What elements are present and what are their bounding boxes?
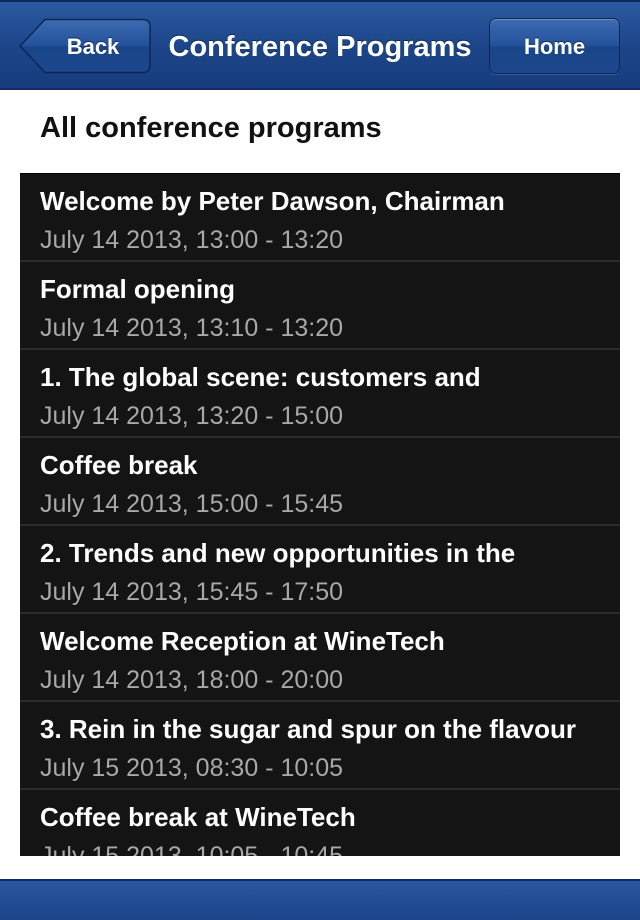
page-title: Conference Programs: [168, 31, 472, 63]
program-time: July 14 2013, 13:20 - 15:00: [40, 402, 344, 430]
program-time: July 14 2013, 15:00 - 15:45: [40, 490, 344, 518]
program-list[interactable]: Welcome by Peter Dawson, Chairman July 1…: [20, 173, 620, 856]
section-heading: All conference programs: [40, 112, 382, 144]
program-time: July 15 2013, 08:30 - 10:05: [40, 754, 344, 782]
program-item[interactable]: 2. Trends and new opportunities in the J…: [20, 526, 620, 614]
program-time: July 14 2013, 18:00 - 20:00: [40, 666, 344, 694]
program-time: July 14 2013, 13:00 - 13:20: [40, 226, 344, 254]
program-title: Coffee break: [40, 450, 198, 480]
program-title: 2. Trends and new opportunities in the: [40, 538, 516, 568]
program-title: 1. The global scene: customers and: [40, 362, 481, 392]
home-button[interactable]: Home: [489, 18, 620, 74]
program-title: Welcome by Peter Dawson, Chairman: [40, 186, 505, 216]
program-time: July 14 2013, 15:45 - 17:50: [40, 578, 344, 606]
program-title: Welcome Reception at WineTech: [40, 626, 445, 656]
program-title: Formal opening: [40, 274, 235, 304]
back-button-label: Back: [66, 34, 120, 59]
program-item[interactable]: 3. Rein in the sugar and spur on the fla…: [20, 702, 620, 790]
program-time: July 14 2013, 13:10 - 13:20: [40, 314, 344, 342]
program-title: Coffee break at WineTech: [40, 802, 356, 832]
program-item[interactable]: Formal opening July 14 2013, 13:10 - 13:…: [20, 262, 620, 350]
program-title: 3. Rein in the sugar and spur on the fla…: [40, 714, 576, 744]
program-item[interactable]: Welcome by Peter Dawson, Chairman July 1…: [20, 174, 620, 262]
program-item[interactable]: Coffee break July 14 2013, 15:00 - 15:45: [20, 438, 620, 526]
program-time: July 15 2013, 10:05 - 10:45: [40, 842, 344, 856]
program-item[interactable]: Welcome Reception at WineTech July 14 20…: [20, 614, 620, 702]
program-item[interactable]: Coffee break at WineTech July 15 2013, 1…: [20, 790, 620, 856]
program-item[interactable]: 1. The global scene: customers and July …: [20, 350, 620, 438]
back-button[interactable]: Back: [19, 18, 151, 74]
bottom-toolbar: [0, 879, 640, 920]
navigation-bar: Back Conference Programs Home: [0, 0, 640, 90]
